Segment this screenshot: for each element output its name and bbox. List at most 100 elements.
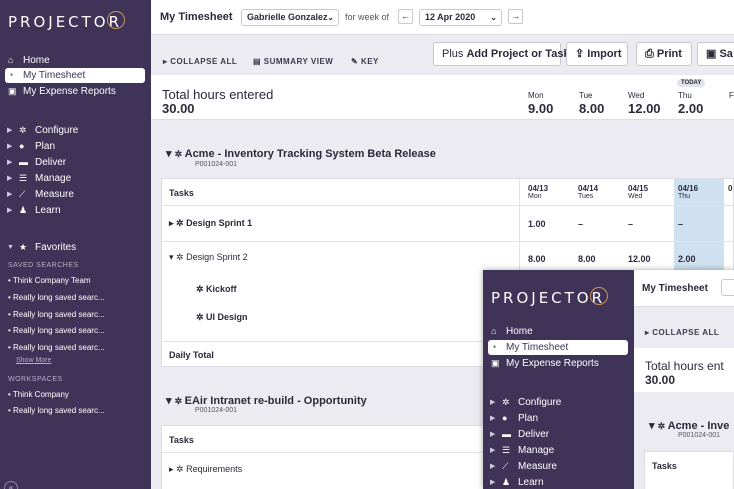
total-hours-value: 30.00 [162,101,195,116]
caret-right-icon: ▶ [7,175,13,182]
sidebar-item-deliver[interactable]: ▶ ▬ Deliver [5,155,145,170]
summary-view-button[interactable]: ▤ SUMMARY VIEW [253,57,333,66]
import-button[interactable]: ⇪ Import [566,42,628,66]
sidebar-item-expense-reports[interactable]: ▣ My Expense Reports [5,84,145,99]
saved-search-item[interactable]: • Really long saved searc... [8,310,105,319]
app-logo: PROJECTOR [491,289,606,307]
next-week-button[interactable]: → [508,9,523,24]
hours-cell[interactable]: – [578,219,583,229]
project-header[interactable]: ▾ ✲ Acme - Inventory Tracking System Bet… [166,147,436,160]
caret-right-icon: ▶ [490,479,496,486]
date-header: 04/15 [628,184,649,193]
saved-search-label: Really long saved searc... [13,326,105,335]
hours-cell[interactable]: 8.00 [578,254,596,264]
caret-right-icon: ▶ [7,127,13,134]
summary-view-label: SUMMARY VIEW [263,57,334,66]
task-name[interactable]: ▾ ✲ Design Sprint 2 [169,252,248,263]
caret-down-icon: ▼ [7,244,14,251]
sidebar-item-measure[interactable]: ▶ ⟋ Measure [5,187,145,202]
sidebar-item-favorites[interactable]: ▼ ★ Favorites [5,240,145,255]
user-select[interactable]: Gabrielle Gonzalez ⌄ [241,9,339,26]
saved-search-item[interactable]: • Really long saved searc... [8,326,105,335]
collapse-all-button[interactable]: ▸ COLLAPSE ALL [645,328,719,337]
subtask-name[interactable]: ✲ UI Design [196,312,248,323]
ruler-icon: ⟋ [502,461,509,471]
gear-icon: ✲ [196,284,207,294]
collapse-sidebar-icon[interactable]: « [4,481,18,489]
sidebar-item-learn[interactable]: ▶ ♟ Learn [488,475,628,489]
project-header[interactable]: ▾ ✲ EAir Intranet re-build - Opportunity [166,394,367,407]
sidebar-item-learn[interactable]: ▶ ♟ Learn [5,203,145,218]
print-icon: ⎙ [645,48,657,60]
sidebar-item-home[interactable]: ⌂ Home [5,53,145,68]
workspace-item[interactable]: • Think Company [8,390,69,399]
project-code: P001024-001 [195,407,238,414]
saved-search-item[interactable]: • Really long saved searc... [8,343,105,352]
user-select[interactable] [721,279,734,296]
saved-searches-heading: SAVED SEARCHES [8,262,79,269]
collapse-all-label: COLLAPSE ALL [170,57,238,66]
hours-cell[interactable]: 1.00 [528,219,546,229]
sidebar-item-my-timesheet[interactable]: ◔ My Timesheet [488,340,628,355]
workspace-item[interactable]: • Really long saved searc... [8,406,105,415]
prev-week-button[interactable]: ← [398,9,413,24]
sidebar-item-label: Home [506,326,533,337]
sidebar-item-manage[interactable]: ▶ ☰ Manage [5,171,145,186]
sidebar-item-home[interactable]: ⌂ Home [488,324,628,339]
sidebar-item-label: Plan [35,141,56,152]
sidebar-item-configure[interactable]: ▶ ✲ Configure [488,395,628,410]
sidebar-item-manage[interactable]: ▶ ☰ Manage [488,443,628,458]
project-header[interactable]: ▾ ✲ Acme - Inve [649,419,729,432]
sidebar-item-measure[interactable]: ▶ ⟋ Measure [488,459,628,474]
day-total: 12.00 [628,101,661,116]
sidebar-item-my-timesheet[interactable]: ◔ My Timesheet [5,68,145,83]
key-button[interactable]: ✎ KEY [351,57,379,66]
caret-down-icon: ▾ [166,148,175,160]
collapse-all-button[interactable]: ▸ COLLAPSE ALL [163,57,237,66]
caret-right-icon: ▶ [490,399,496,406]
sidebar-item-plan[interactable]: ▶ ● Plan [5,139,145,154]
table-row[interactable]: ▸ ✲ Design Sprint 1 1.00 – – – [162,205,733,241]
gear-icon: ✲ [19,125,27,135]
hours-cell[interactable]: 2.00 [678,254,696,264]
week-label: for week of [345,12,390,22]
print-button[interactable]: ⎙ Print [636,42,692,66]
daily-total-label: Daily Total [169,350,214,360]
sidebar-item-label: Learn [518,477,544,488]
sidebar-item-label: Favorites [35,242,77,253]
task-name[interactable]: ▸ ✲ Requirements [169,464,242,475]
saved-search-item[interactable]: • Really long saved searc... [8,293,105,302]
chevron-down-icon: ⌄ [327,13,334,22]
hours-cell[interactable]: 12.00 [628,254,651,264]
clock-icon: ◔ [491,342,497,352]
week-select[interactable]: 12 Apr 2020 ⌄ [419,9,502,26]
project-name: Acme - Inve [667,420,730,432]
money-icon: ▣ [491,358,500,368]
hours-cell[interactable]: 8.00 [528,254,546,264]
gear-icon[interactable]: ✲ [175,149,185,159]
save-button[interactable]: ▣ Sa [697,42,734,66]
subtask-name[interactable]: ✲ Kickoff [196,284,237,295]
add-project-task-button[interactable]: Plus Add Project or Task [433,42,570,66]
sidebar-item-configure[interactable]: ▶ ✲ Configure [5,123,145,138]
gear-icon: ✲ [502,397,510,407]
sidebar-item-deliver[interactable]: ▶ ▬ Deliver [488,427,628,442]
hours-cell[interactable]: – [628,219,633,229]
day-label: F [729,91,734,100]
saved-search-label: Really long saved searc... [13,343,105,352]
today-badge: TODAY [677,79,706,87]
caret-down-icon: ▾ [166,395,175,407]
saved-search-item[interactable]: • Think Company Team [8,276,91,285]
project-task-table: Tasks [644,451,734,489]
learn-icon: ♟ [19,205,28,215]
date-header: 04/14 [578,184,599,193]
sidebar-item-expense-reports[interactable]: ▣ My Expense Reports [488,356,628,371]
arrow-right-icon: → [511,11,520,21]
hours-cell[interactable]: – [678,219,683,229]
task-name[interactable]: ▸ ✲ Design Sprint 1 [169,218,252,229]
show-more-link[interactable]: Show More [16,357,51,364]
collapse-all-label: COLLAPSE ALL [652,328,720,337]
sidebar-item-plan[interactable]: ▶ ● Plan [488,411,628,426]
gear-icon: ✲ [176,218,187,228]
gear-icon[interactable]: ✲ [175,396,185,406]
